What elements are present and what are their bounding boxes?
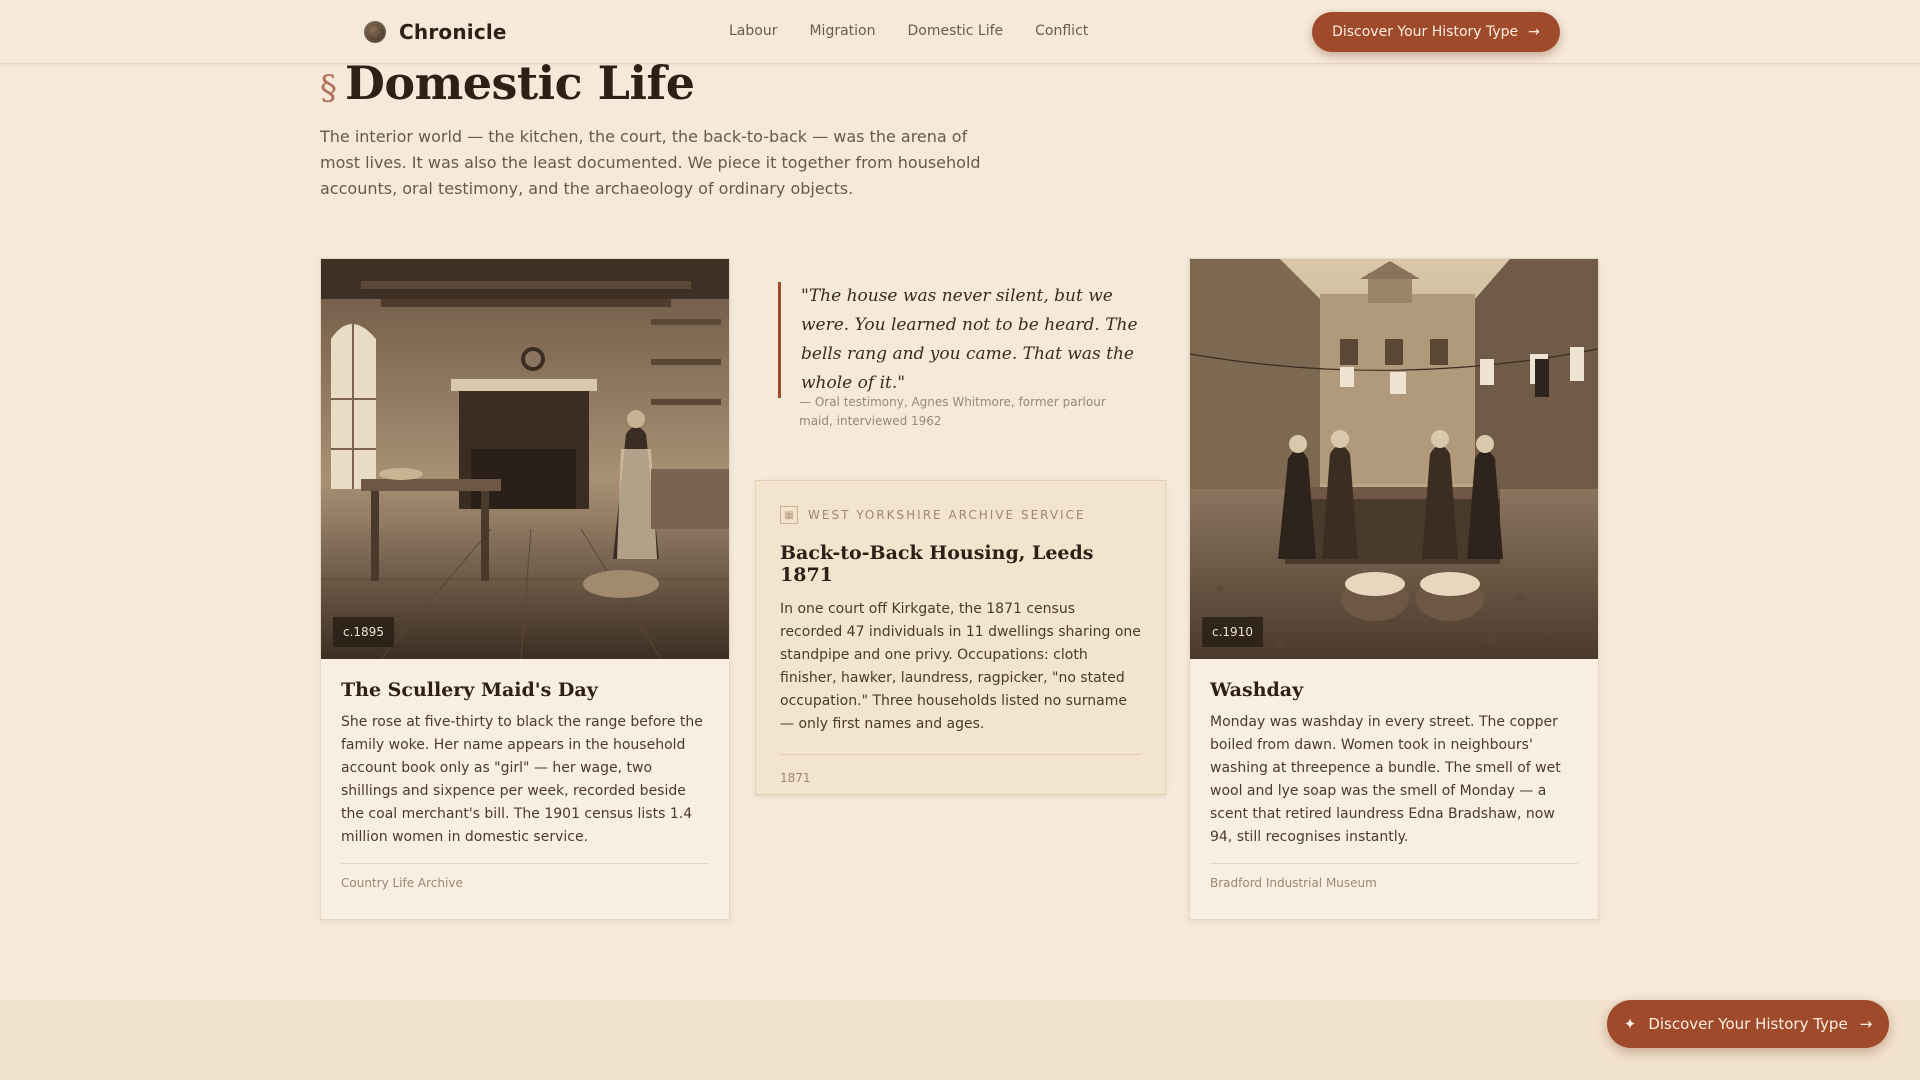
kitchen-photo: c.1895 bbox=[321, 259, 729, 659]
brand-name: Chronicle bbox=[399, 20, 507, 44]
card-source: Bradford Industrial Museum bbox=[1210, 876, 1377, 890]
card-text: Monday was washday in every street. The … bbox=[1210, 714, 1561, 845]
arrow-right-icon: → bbox=[1859, 1015, 1873, 1033]
archive-record-card[interactable]: ▦ WEST YORKSHIRE ARCHIVE SERVICE Back-to… bbox=[755, 480, 1166, 795]
archive-stamp-icon: ▦ bbox=[780, 506, 798, 524]
archive-text: In one court off Kirkgate, the 1871 cens… bbox=[780, 601, 1141, 732]
washday-photo: c.1910 bbox=[1190, 259, 1598, 659]
section-intro: The interior world — the kitchen, the co… bbox=[320, 127, 981, 198]
quote-citation: — Oral testimony, Agnes Whitmore, former… bbox=[799, 395, 1106, 428]
brand-logo-icon bbox=[364, 21, 386, 43]
divider bbox=[341, 863, 709, 864]
story-card-scullery-maid[interactable]: c.1895 The Scullery Maid's Day She rose … bbox=[320, 258, 730, 920]
nav-link-migration[interactable]: Migration bbox=[809, 23, 875, 39]
arrow-right-icon: → bbox=[1528, 24, 1540, 40]
card-text: She rose at five-thirty to black the ran… bbox=[341, 714, 703, 845]
card-title: The Scullery Maid's Day bbox=[341, 679, 598, 701]
quote-text: "The house was never silent, but we were… bbox=[801, 286, 1138, 393]
nav-link-labour[interactable]: Labour bbox=[729, 23, 777, 39]
brand[interactable]: Chronicle bbox=[364, 20, 507, 44]
card-source: Country Life Archive bbox=[341, 876, 463, 890]
divider bbox=[780, 754, 1141, 755]
sparkle-icon: ✦ bbox=[1623, 1015, 1637, 1033]
archive-title: Back-to-Back Housing, Leeds 1871 bbox=[780, 542, 1094, 586]
floating-discover-button[interactable]: ✦ Discover Your History Type → bbox=[1607, 1000, 1889, 1048]
card-title: Washday bbox=[1210, 679, 1304, 701]
archive-year: 1871 bbox=[780, 771, 811, 785]
top-nav: Chronicle Labour Migration Domestic Life… bbox=[0, 0, 1920, 64]
section-mark: § bbox=[320, 68, 337, 108]
oral-testimony-quote: "The house was never silent, but we were… bbox=[778, 282, 1148, 398]
date-badge: c.1910 bbox=[1202, 617, 1263, 647]
story-card-washday[interactable]: c.1910 Washday Monday was washday in eve… bbox=[1189, 258, 1599, 920]
nav-link-domestic-life[interactable]: Domestic Life bbox=[907, 23, 1003, 39]
date-badge: c.1895 bbox=[333, 617, 394, 647]
page-title: Domestic Life bbox=[345, 56, 695, 110]
cta-label: Discover Your History Type bbox=[1332, 24, 1519, 40]
divider bbox=[1210, 863, 1578, 864]
nav-link-conflict[interactable]: Conflict bbox=[1035, 23, 1088, 39]
floating-cta-label: Discover Your History Type bbox=[1648, 1015, 1848, 1033]
nav-links: Labour Migration Domestic Life Conflict bbox=[729, 23, 1088, 39]
discover-history-type-button[interactable]: Discover Your History Type → bbox=[1312, 12, 1560, 52]
section-title: § Domestic Life bbox=[320, 56, 695, 110]
archive-label: WEST YORKSHIRE ARCHIVE SERVICE bbox=[808, 508, 1086, 522]
